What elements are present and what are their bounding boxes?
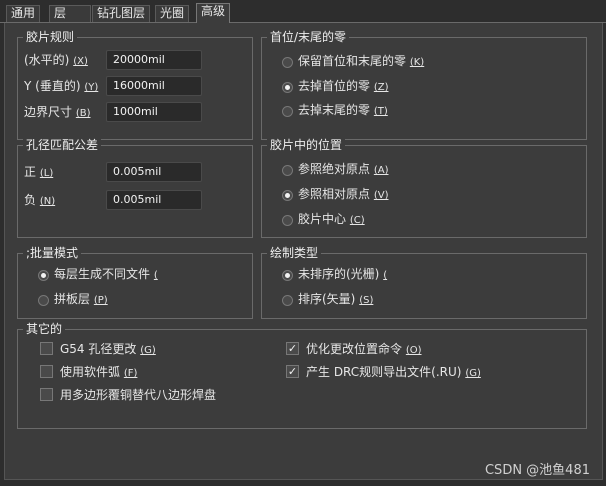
plot-type-group: 绘制类型 未排序的(光栅) ( 排序(矢量) (S) (261, 245, 587, 319)
tab-layers[interactable]: 层 (49, 5, 91, 22)
relative-origin-radio[interactable] (282, 190, 293, 201)
tab-general[interactable]: 通用 (6, 5, 41, 22)
suppress-trailing-radio[interactable] (282, 106, 293, 117)
sorted-vector-radio[interactable] (282, 295, 293, 306)
tab-advanced[interactable]: 高级 (196, 3, 231, 23)
width-label: (水平的) (X) (24, 53, 88, 67)
drc-export-checkbox[interactable]: ✓ (286, 365, 299, 378)
group-title: 首位/末尾的零 (267, 29, 350, 45)
absolute-origin-label[interactable]: 参照绝对原点 (A) (298, 161, 389, 179)
film-position-group: 胶片中的位置 参照绝对原点 (A) 参照相对原点 (V) 胶片中心 (C) (261, 137, 587, 238)
height-label: Y (垂直的) (Y) (24, 79, 99, 93)
group-title: ;批量模式 (23, 245, 82, 261)
polygon-fill-checkbox[interactable] (40, 388, 53, 401)
hole-tolerance-group: 孔径匹配公差 正 (L) 0.005mil 负 (N) 0.005mil (17, 137, 253, 238)
tab-label: 光圈 (160, 6, 185, 20)
panelize-label[interactable]: 拼板层 (P) (54, 291, 108, 309)
software-arcs-checkbox[interactable] (40, 365, 53, 378)
tab-apertures[interactable]: 光圈 (155, 5, 190, 22)
polygon-fill-label[interactable]: 用多边形覆铜替代八边形焊盘 (60, 387, 216, 403)
separate-files-label[interactable]: 每层生成不同文件 ( (54, 266, 158, 284)
tab-label: 高级 (201, 4, 226, 18)
keep-zeros-radio[interactable] (282, 57, 293, 68)
optimize-position-checkbox[interactable]: ✓ (286, 342, 299, 355)
film-center-label[interactable]: 胶片中心 (C) (298, 211, 365, 229)
unsorted-raster-radio[interactable] (282, 270, 293, 281)
negative-tolerance-input[interactable]: 0.005mil (106, 190, 202, 210)
group-title: 胶片规则 (23, 29, 78, 45)
suppress-leading-label[interactable]: 去掉首位的零 (Z) (298, 78, 389, 96)
drc-export-label[interactable]: 产生 DRC规则导出文件(.RU) (G) (306, 364, 481, 382)
other-group: 其它的 G54 孔径更改 (G) 使用软件弧 (F) 用多边形覆铜替代八边形焊盘… (17, 321, 587, 429)
relative-origin-label[interactable]: 参照相对原点 (V) (298, 186, 389, 204)
zeros-group: 首位/末尾的零 保留首位和末尾的零 (K) 去掉首位的零 (Z) 去掉末尾的零 … (261, 29, 587, 140)
positive-label: 正 (L) (24, 165, 54, 179)
border-size-input[interactable]: 1000mil (106, 102, 202, 122)
group-title: 其它的 (23, 321, 66, 337)
group-title: 胶片中的位置 (267, 137, 346, 153)
tab-label: 钻孔图层 (97, 6, 146, 20)
g54-label[interactable]: G54 孔径更改 (G) (60, 341, 156, 359)
tab-bar: 通用 层 钻孔图层 光圈 高级 (0, 0, 606, 23)
optimize-position-label[interactable]: 优化更改位置命令 (O) (306, 341, 422, 359)
negative-label: 负 (N) (24, 193, 56, 207)
advanced-panel: 胶片规则 (水平的) (X) 20000mil Y (垂直的) (Y) 1600… (4, 23, 603, 480)
batch-mode-group: ;批量模式 每层生成不同文件 ( 拼板层 (P) (17, 245, 253, 319)
film-width-input[interactable]: 20000mil (106, 50, 202, 70)
tab-label: 层 (54, 6, 67, 20)
absolute-origin-radio[interactable] (282, 165, 293, 176)
group-title: 孔径匹配公差 (23, 137, 102, 153)
positive-tolerance-input[interactable]: 0.005mil (106, 162, 202, 182)
panelize-radio[interactable] (38, 295, 49, 306)
watermark: CSDN @池鱼481 (484, 463, 590, 478)
unsorted-raster-label[interactable]: 未排序的(光栅) ( (298, 266, 387, 284)
group-title: 绘制类型 (267, 245, 322, 261)
g54-checkbox[interactable] (40, 342, 53, 355)
sorted-vector-label[interactable]: 排序(矢量) (S) (298, 291, 373, 309)
suppress-leading-radio[interactable] (282, 82, 293, 93)
film-height-input[interactable]: 16000mil (106, 76, 202, 96)
film-rules-group: 胶片规则 (水平的) (X) 20000mil Y (垂直的) (Y) 1600… (17, 29, 253, 140)
tab-label: 通用 (11, 6, 36, 20)
keep-zeros-label[interactable]: 保留首位和末尾的零 (K) (298, 53, 424, 71)
border-size-label: 边界尺寸 (B) (24, 105, 91, 119)
tab-drill-drawing[interactable]: 钻孔图层 (92, 5, 151, 22)
software-arcs-label[interactable]: 使用软件弧 (F) (60, 364, 137, 382)
film-center-radio[interactable] (282, 215, 293, 226)
separate-files-radio[interactable] (38, 270, 49, 281)
suppress-trailing-label[interactable]: 去掉末尾的零 (T) (298, 102, 388, 120)
